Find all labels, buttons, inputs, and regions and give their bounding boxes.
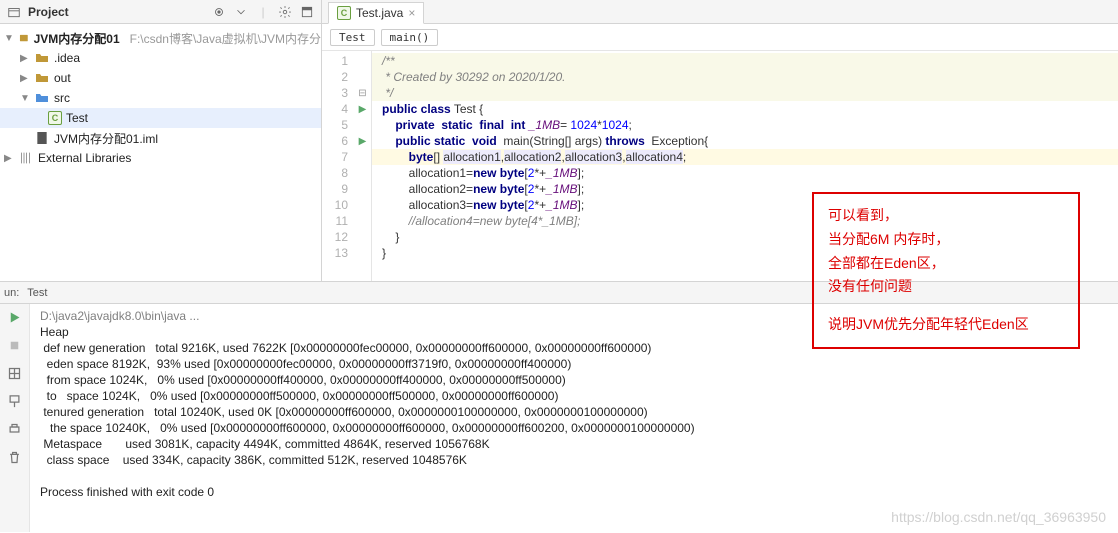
tree-item-iml[interactable]: JVM内存分配01.iml [0, 128, 321, 148]
tree-item-label: JVM内存分配01.iml [54, 130, 158, 147]
stop-icon[interactable] [7, 338, 22, 356]
chevron-right-icon[interactable]: ▶ [20, 73, 30, 84]
run-gutter-icon[interactable]: ▶ [359, 136, 367, 147]
console-line: the space 10240K, 0% used [0x00000000ff6… [40, 421, 695, 435]
line-numbers: 12345678910111213 [322, 51, 354, 281]
chevron-right-icon[interactable]: ▶ [4, 153, 14, 164]
gutter-marks: ⊟ ▶ ▶ [354, 51, 372, 281]
annotation-line: 全部都在Eden区， [828, 252, 1064, 276]
folder-icon [34, 70, 50, 86]
tree-root[interactable]: ▼ JVM内存分配01 F:\csdn博客\Java虚拟机\JVM内存分 [0, 28, 321, 48]
tree-item-label: .idea [54, 51, 80, 65]
console-line: Metaspace used 3081K, capacity 4494K, co… [40, 437, 490, 451]
java-class-icon: C [337, 6, 351, 20]
library-icon [18, 150, 34, 166]
editor-tab-label: Test.java [356, 6, 403, 20]
run-toolbar [0, 304, 30, 532]
tree-item-test[interactable]: C Test [0, 108, 321, 128]
project-title: Project [28, 5, 205, 19]
annotation-box: 可以看到， 当分配6M 内存时， 全部都在Eden区， 没有任何问题 说明JVM… [812, 192, 1080, 349]
console-path: D:\java2\javajdk8.0\bin\java ... [40, 309, 199, 323]
tree-item-out[interactable]: ▶ out [0, 68, 321, 88]
console-line: to space 1024K, 0% used [0x00000000ff500… [40, 389, 558, 403]
console-line: Process finished with exit code 0 [40, 485, 214, 499]
tree-item-label: src [54, 91, 70, 105]
hide-icon[interactable] [299, 4, 315, 20]
tree-item-src[interactable]: ▼ src [0, 88, 321, 108]
settings-icon[interactable] [277, 4, 293, 20]
annotation-line: 没有任何问题 [828, 275, 1064, 299]
console-line: from space 1024K, 0% used [0x00000000ff4… [40, 373, 566, 387]
project-tree[interactable]: ▼ JVM内存分配01 F:\csdn博客\Java虚拟机\JVM内存分 ▶ .… [0, 24, 321, 281]
chevron-right-icon[interactable]: ▶ [20, 53, 30, 64]
tree-item-hint: F:\csdn博客\Java虚拟机\JVM内存分 [130, 30, 321, 47]
rerun-icon[interactable] [7, 310, 22, 328]
tree-item-label: External Libraries [38, 151, 131, 165]
console-line: class space used 334K, capacity 386K, co… [40, 453, 467, 467]
source-folder-icon [34, 90, 50, 106]
module-icon [18, 30, 30, 46]
breadcrumb-class[interactable]: Test [330, 29, 375, 46]
project-header: Project | [0, 0, 321, 24]
iml-file-icon [34, 130, 50, 146]
select-opened-icon[interactable] [211, 4, 227, 20]
console-line: eden space 8192K, 93% used [0x00000000fe… [40, 357, 571, 371]
console-line: def new generation total 9216K, used 762… [40, 341, 651, 355]
breadcrumb-method[interactable]: main() [381, 29, 439, 46]
project-panel: Project | ▼ JVM内存分配01 F:\csdn博客\Java虚拟机\… [0, 0, 322, 281]
chevron-down-icon[interactable]: ▼ [4, 33, 14, 44]
tree-item-label: out [54, 71, 71, 85]
java-class-icon: C [48, 111, 62, 125]
console-line: tenured generation total 10240K, used 0K… [40, 405, 648, 419]
print-icon[interactable] [7, 422, 22, 440]
project-icon [6, 4, 22, 20]
watermark: https://blog.csdn.net/qq_36963950 [891, 509, 1106, 525]
annotation-line: 当分配6M 内存时， [828, 228, 1064, 252]
delete-icon[interactable] [7, 450, 22, 468]
chevron-down-icon[interactable]: ▼ [20, 93, 30, 104]
breadcrumb: Test main() [322, 24, 1118, 50]
tree-item-label: JVM内存分配01 [34, 30, 120, 47]
folder-icon [34, 50, 50, 66]
tree-item-idea[interactable]: ▶ .idea [0, 48, 321, 68]
run-gutter-icon[interactable]: ▶ [359, 104, 367, 115]
collapse-dropdown-icon[interactable] [233, 4, 249, 20]
divider-icon: | [255, 4, 271, 20]
collapse-icon[interactable]: ⊟ [358, 88, 366, 99]
console-line: Heap [40, 325, 69, 339]
editor-tabbar: C Test.java × [322, 0, 1118, 24]
run-config-name[interactable]: Test [27, 287, 47, 299]
run-tab-label[interactable]: un: [4, 287, 19, 299]
close-icon[interactable]: × [408, 6, 415, 20]
annotation-line: 可以看到， [828, 204, 1064, 228]
annotation-line: 说明JVM优先分配年轻代Eden区 [828, 313, 1064, 337]
tree-item-ext-libs[interactable]: ▶ External Libraries [0, 148, 321, 168]
restore-layout-icon[interactable] [7, 366, 22, 384]
tree-item-label: Test [66, 111, 88, 125]
pin-icon[interactable] [7, 394, 22, 412]
editor-tab[interactable]: C Test.java × [328, 2, 424, 24]
